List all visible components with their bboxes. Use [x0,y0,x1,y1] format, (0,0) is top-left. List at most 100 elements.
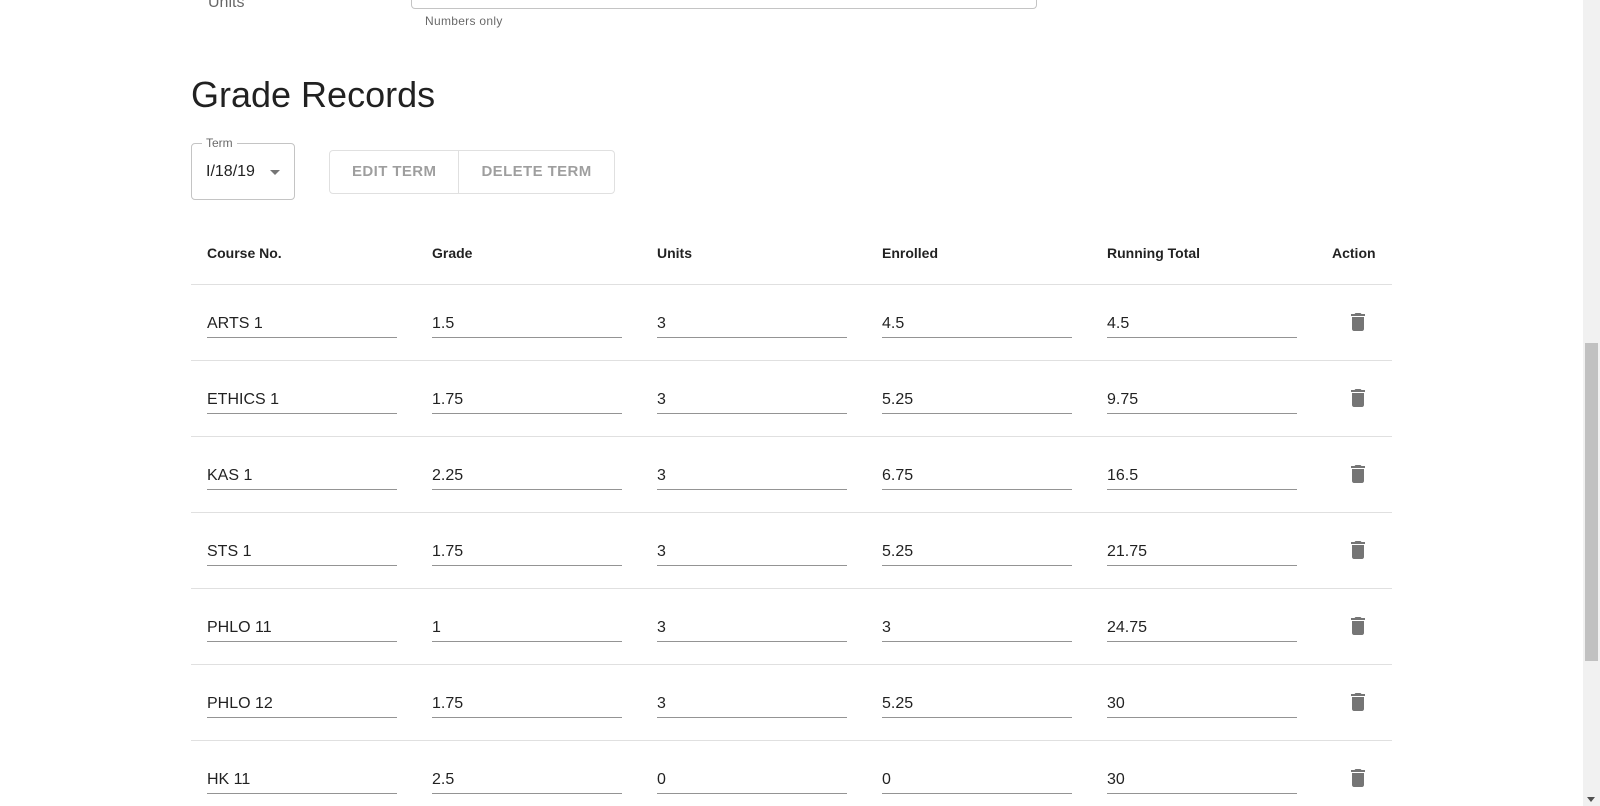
term-select-label: Term [202,136,237,150]
running-total-input[interactable] [1107,458,1297,490]
table-cell [416,284,641,361]
delete-row-button[interactable] [1338,758,1378,798]
units-input[interactable] [657,762,847,794]
grade-input[interactable] [432,610,622,642]
trash-icon [1351,389,1365,407]
table-cell-action [1316,284,1392,361]
grade-input[interactable] [432,534,622,566]
trash-icon [1351,541,1365,559]
term-select-value: I/18/19 [206,163,255,180]
table-cell [866,360,1091,437]
trash-icon [1351,769,1365,787]
term-button-group: EDIT TERM DELETE TERM [329,150,615,194]
table-cell [1091,664,1316,741]
table-cell [416,664,641,741]
delete-row-button[interactable] [1338,378,1378,418]
units-input[interactable] [411,0,1037,9]
edit-term-button[interactable]: EDIT TERM [330,151,458,193]
table-cell [641,740,866,806]
enrolled-input[interactable] [882,458,1072,490]
grade-input[interactable] [432,306,622,338]
table-cell [866,284,1091,361]
units-input[interactable] [657,686,847,718]
table-cell [191,436,416,513]
grade-input[interactable] [432,686,622,718]
delete-row-button[interactable] [1338,454,1378,494]
course-input[interactable] [207,306,397,338]
running-total-input[interactable] [1107,306,1297,338]
enrolled-input[interactable] [882,762,1072,794]
delete-row-button[interactable] [1338,530,1378,570]
running-total-input[interactable] [1107,534,1297,566]
delete-term-button[interactable]: DELETE TERM [458,151,613,193]
course-input[interactable] [207,382,397,414]
table-cell [641,284,866,361]
units-input[interactable] [657,382,847,414]
units-input[interactable] [657,534,847,566]
table-cell [191,512,416,589]
delete-row-button[interactable] [1338,302,1378,342]
term-select[interactable]: Term I/18/19 [191,136,295,200]
table-cell [416,588,641,665]
grade-input[interactable] [432,762,622,794]
trash-icon [1351,617,1365,635]
trash-icon [1351,313,1365,331]
running-total-input[interactable] [1107,382,1297,414]
table-cell [866,588,1091,665]
scroll-down-arrow-icon[interactable] [1587,797,1595,802]
table-cell [641,512,866,589]
enrolled-input[interactable] [882,534,1072,566]
table-row [191,740,1392,806]
trash-icon [1351,465,1365,483]
header-grade: Grade [416,223,641,285]
scrollbar[interactable] [1583,0,1600,806]
table-row [191,360,1392,437]
units-input[interactable] [657,306,847,338]
table-cell [641,436,866,513]
table-cell [416,360,641,437]
running-total-input[interactable] [1107,686,1297,718]
course-input[interactable] [207,458,397,490]
scrollbar-thumb[interactable] [1585,343,1598,661]
running-total-input[interactable] [1107,610,1297,642]
table-cell [1091,512,1316,589]
units-label: Units [208,0,245,11]
table-cell [416,436,641,513]
enrolled-input[interactable] [882,306,1072,338]
delete-row-button[interactable] [1338,682,1378,722]
table-cell [416,740,641,806]
table-cell [191,664,416,741]
section-title: Grade Records [191,74,436,115]
units-input[interactable] [657,610,847,642]
running-total-input[interactable] [1107,762,1297,794]
table-cell [1091,284,1316,361]
grade-input[interactable] [432,382,622,414]
enrolled-input[interactable] [882,610,1072,642]
course-input[interactable] [207,610,397,642]
table-cell [191,284,416,361]
header-action: Action [1316,223,1392,285]
course-input[interactable] [207,762,397,794]
table-cell [866,512,1091,589]
table-cell-action [1316,664,1392,741]
table-cell-action [1316,588,1392,665]
table-cell [1091,740,1316,806]
header-enrolled: Enrolled [866,223,1091,285]
chevron-down-icon [270,170,280,175]
table-cell [191,740,416,806]
table-row [191,588,1392,665]
table-row [191,512,1392,589]
table-cell [1091,436,1316,513]
delete-row-button[interactable] [1338,606,1378,646]
enrolled-input[interactable] [882,686,1072,718]
course-input[interactable] [207,534,397,566]
table-cell [866,740,1091,806]
enrolled-input[interactable] [882,382,1072,414]
grade-input[interactable] [432,458,622,490]
table-row [191,436,1392,513]
header-course: Course No. [191,223,416,285]
course-input[interactable] [207,686,397,718]
units-input[interactable] [657,458,847,490]
table-cell [641,664,866,741]
table-cell [866,436,1091,513]
